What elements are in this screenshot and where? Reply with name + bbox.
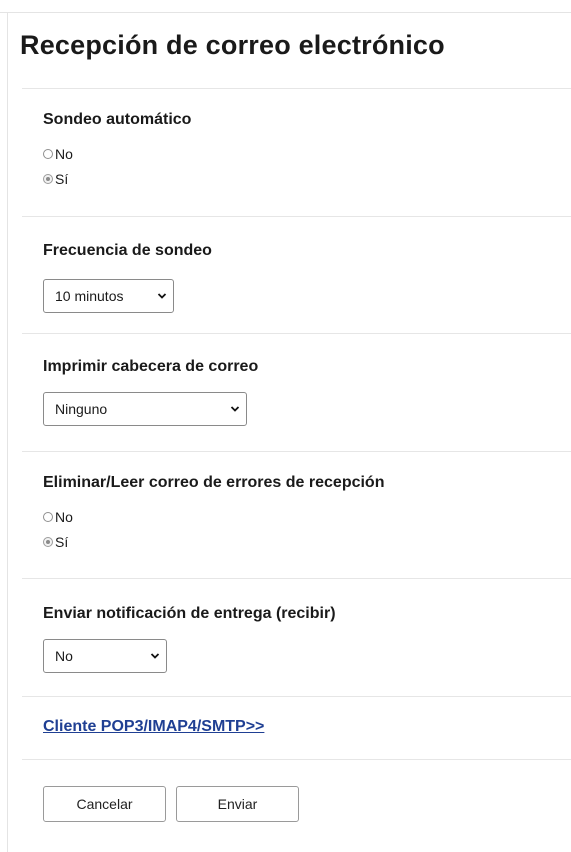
radio-checked-icon[interactable] <box>43 174 53 184</box>
radio-label: No <box>55 509 73 525</box>
print-header-select[interactable]: Ninguno <box>43 392 247 426</box>
delete-error-mail-label: Eliminar/Leer correo de errores de recep… <box>43 474 385 491</box>
divider <box>22 451 571 452</box>
radio-label: No <box>55 146 73 162</box>
divider <box>22 578 571 579</box>
frame-top-border <box>0 12 571 13</box>
divider <box>22 88 571 89</box>
divider <box>22 216 571 217</box>
page-title: Recepción de correo electrónico <box>20 30 445 60</box>
frame-left-border <box>7 12 8 852</box>
submit-button[interactable]: Enviar <box>176 786 299 822</box>
delivery-notification-select[interactable]: No <box>43 639 167 673</box>
radio-unchecked-icon[interactable] <box>43 149 53 159</box>
chevron-down-icon <box>150 653 160 659</box>
radio-label: Sí <box>55 534 69 550</box>
delete-error-mail-option-no[interactable]: No <box>43 508 73 526</box>
print-header-value: Ninguno <box>55 401 108 417</box>
divider <box>22 333 571 334</box>
divider <box>22 696 571 697</box>
poll-frequency-select[interactable]: 10 minutos <box>43 279 174 313</box>
pop3-imap4-smtp-client-link[interactable]: Cliente POP3/IMAP4/SMTP>> <box>43 718 264 736</box>
delete-error-mail-option-si[interactable]: Sí <box>43 533 68 551</box>
auto-poll-label: Sondeo automático <box>43 111 192 128</box>
cancel-button[interactable]: Cancelar <box>43 786 166 822</box>
delivery-notification-label: Enviar notificación de entrega (recibir) <box>43 605 336 622</box>
print-header-label: Imprimir cabecera de correo <box>43 358 259 375</box>
radio-checked-icon[interactable] <box>43 537 53 547</box>
auto-poll-option-no[interactable]: No <box>43 145 73 163</box>
delivery-notification-value: No <box>55 648 73 664</box>
radio-unchecked-icon[interactable] <box>43 512 53 522</box>
chevron-down-icon <box>157 293 167 299</box>
chevron-down-icon <box>230 406 240 412</box>
divider <box>22 759 571 760</box>
poll-frequency-value: 10 minutos <box>55 288 124 304</box>
radio-label: Sí <box>55 171 69 187</box>
auto-poll-option-si[interactable]: Sí <box>43 170 68 188</box>
poll-frequency-label: Frecuencia de sondeo <box>43 242 212 259</box>
